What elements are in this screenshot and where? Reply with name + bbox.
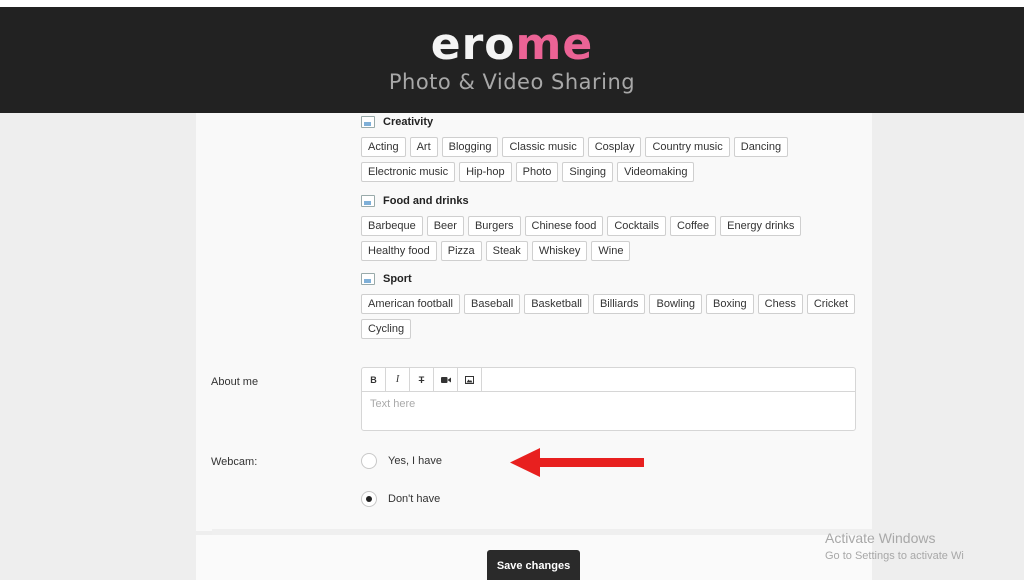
red-arrow-annotation [510,448,644,477]
bold-button[interactable]: B [362,368,386,391]
site-header: erome Photo & Video Sharing [0,7,1024,113]
about-me-label: About me [211,376,259,388]
strikethrough-button[interactable]: T [410,368,434,391]
interest-tag[interactable]: Basketball [524,294,589,314]
top-strip [0,0,1024,7]
category-creativity: Creativity [361,116,433,128]
editor-toolbar: B I T [362,368,855,392]
interest-tag[interactable]: Cosplay [587,137,642,157]
interest-tag[interactable]: Classic music [502,137,584,157]
interest-tag[interactable]: Dancing [733,137,789,157]
interest-tag[interactable]: Photo [515,162,559,182]
interest-tag[interactable]: Pizza [440,241,482,261]
category-title: Sport [383,273,412,285]
interest-tag[interactable]: Boxing [706,294,754,314]
interest-tag[interactable]: Acting [361,137,406,157]
save-changes-button[interactable]: Save changes [487,550,580,580]
interest-tag[interactable]: Cocktails [607,216,666,236]
interest-tag[interactable]: Wine [591,241,631,261]
category-title: Food and drinks [383,195,469,207]
site-tagline: Photo & Video Sharing [388,70,636,94]
video-button[interactable] [434,368,458,391]
interest-tag[interactable]: Coffee [669,216,717,236]
interest-tag[interactable]: Electronic music [361,162,456,182]
interest-tag[interactable]: Videomaking [617,162,695,182]
interest-tag[interactable]: Country music [645,137,730,157]
interest-tag[interactable]: Bowling [649,294,703,314]
interest-tag[interactable]: Beer [426,216,464,236]
about-me-textarea[interactable]: Text here [362,392,855,416]
interest-tag[interactable]: Cricket [806,294,856,314]
interest-tag[interactable]: Chess [757,294,803,314]
radio-button-checked[interactable] [361,491,377,507]
category-food-and-drinks: Food and drinks [361,195,469,207]
radio-label: Yes, I have [388,455,443,467]
interest-tag[interactable]: Whiskey [531,241,588,261]
interest-tag[interactable]: Cycling [361,319,412,339]
video-camera-icon [440,376,451,383]
interest-tag[interactable]: Healthy food [361,241,437,261]
broken-image-icon [361,273,375,285]
logo-text-pink: me [515,19,594,70]
interest-tag[interactable]: Energy drinks [720,216,802,236]
interest-tag[interactable]: Billiards [592,294,646,314]
watermark-subtitle: Go to Settings to activate Wi [825,550,964,562]
interest-tag[interactable]: Art [409,137,438,157]
windows-activation-watermark: Activate Windows Go to Settings to activ… [825,530,964,562]
tags-creativity: Acting Art Blogging Classic music Cospla… [361,137,861,187]
category-title: Creativity [383,116,434,128]
interest-tag[interactable]: Baseball [464,294,521,314]
webcam-label: Webcam: [211,456,258,468]
logo-text-white: ero [430,19,516,70]
image-button[interactable] [458,368,482,391]
broken-image-icon [361,195,375,207]
webcam-option-yes[interactable]: Yes, I have [361,453,442,469]
interest-tag[interactable]: Steak [485,241,528,261]
interest-tag[interactable]: American football [361,294,460,314]
image-icon [465,375,474,384]
italic-button[interactable]: I [386,368,410,391]
radio-label: Don't have [388,493,441,505]
webcam-option-no[interactable]: Don't have [361,491,440,507]
about-me-editor[interactable]: B I T Text here [361,367,856,431]
interest-tag[interactable]: Hip-hop [459,162,512,182]
interest-tag[interactable]: Burgers [467,216,521,236]
category-sport: Sport [361,273,412,285]
tags-food-and-drinks: Barbeque Beer Burgers Chinese food Cockt… [361,216,861,266]
broken-image-icon [361,116,375,128]
erome-logo[interactable]: erome [0,20,1024,70]
watermark-title: Activate Windows [825,530,936,546]
interest-tag[interactable]: Barbeque [361,216,423,236]
tags-sport: American football Baseball Basketball Bi… [361,294,861,344]
radio-button-unchecked[interactable] [361,453,377,469]
interest-tag[interactable]: Blogging [441,137,499,157]
interest-tag[interactable]: Chinese food [524,216,604,236]
interest-tag[interactable]: Singing [562,162,614,182]
